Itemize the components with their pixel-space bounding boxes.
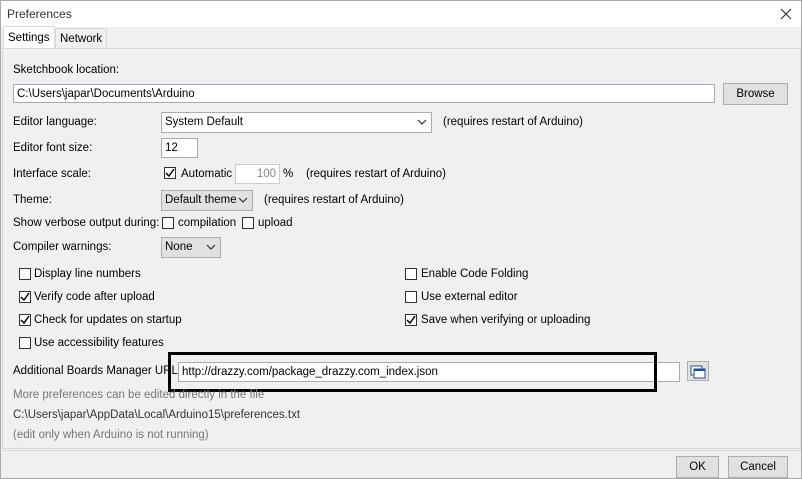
upload-label: upload <box>258 217 293 229</box>
checkmark-icon <box>20 292 30 302</box>
code-folding-checkbox[interactable] <box>405 268 417 280</box>
close-button[interactable] <box>775 4 797 24</box>
footer-divider <box>2 450 801 451</box>
compilation-checkbox[interactable] <box>162 217 174 229</box>
scale-percent-field[interactable]: 100 <box>235 164 280 184</box>
checkmark-icon <box>406 315 416 325</box>
compiler-warnings-value: None <box>165 241 193 253</box>
check-updates-checkbox[interactable] <box>19 314 31 326</box>
upload-checkbox[interactable] <box>242 217 254 229</box>
automatic-checkbox[interactable] <box>164 167 176 179</box>
tab-settings[interactable]: Settings <box>3 26 55 50</box>
save-when-verifying-label: Save when verifying or uploading <box>421 314 591 326</box>
chevron-down-icon <box>417 115 427 134</box>
chevron-down-icon <box>238 193 248 212</box>
title-bar: Preferences <box>1 1 801 27</box>
checkmark-icon <box>165 168 175 178</box>
browse-button[interactable]: Browse <box>723 83 788 105</box>
sketchbook-label: Sketchbook location: <box>13 64 120 76</box>
editor-language-value: System Default <box>165 116 243 128</box>
save-when-verifying-checkbox[interactable] <box>405 314 417 326</box>
chevron-down-icon <box>206 240 216 259</box>
editor-language-select[interactable]: System Default <box>161 112 432 133</box>
ok-button[interactable]: OK <box>676 456 719 478</box>
external-editor-label: Use external editor <box>421 291 518 303</box>
code-folding-label: Enable Code Folding <box>421 268 529 280</box>
external-editor-checkbox[interactable] <box>405 291 417 303</box>
percent-sign: % <box>283 168 294 180</box>
font-size-field[interactable]: 12 <box>161 138 198 158</box>
verify-after-upload-checkbox[interactable] <box>19 291 31 303</box>
sketchbook-path-field[interactable]: C:\Users\japar\Documents\Arduino <box>13 84 715 103</box>
boards-url-edit-button[interactable] <box>687 361 709 381</box>
compiler-warnings-select[interactable]: None <box>161 237 221 258</box>
window-title: Preferences <box>7 7 72 21</box>
font-size-label: Editor font size: <box>13 142 93 154</box>
tab-network[interactable]: Network <box>55 28 108 49</box>
preferences-window: Preferences Settings Network Sketchbook … <box>0 0 802 479</box>
display-line-numbers-label: Display line numbers <box>34 268 141 280</box>
boards-url-label: Additional Boards Manager URLs: <box>13 365 187 377</box>
theme-select[interactable]: Default theme <box>161 190 253 211</box>
theme-restart-note: (requires restart of Arduino) <box>264 194 404 206</box>
accessibility-label: Use accessibility features <box>34 337 164 349</box>
editor-language-label: Editor language: <box>13 116 97 128</box>
theme-label: Theme: <box>13 194 52 206</box>
compiler-warnings-label: Compiler warnings: <box>13 241 112 253</box>
window-list-icon <box>690 365 706 379</box>
url-highlight-box <box>168 352 657 392</box>
verbose-label: Show verbose output during: <box>13 217 160 229</box>
check-updates-label: Check for updates on startup <box>34 314 182 326</box>
theme-value: Default theme <box>165 194 237 206</box>
cancel-button[interactable]: Cancel <box>728 456 788 478</box>
verify-after-upload-label: Verify code after upload <box>34 291 155 303</box>
display-line-numbers-checkbox[interactable] <box>19 268 31 280</box>
interface-scale-label: Interface scale: <box>13 168 91 180</box>
scale-restart-note: (requires restart of Arduino) <box>306 168 446 180</box>
checkmark-icon <box>20 315 30 325</box>
more-preferences-note: More preferences can be edited directly … <box>13 389 265 401</box>
automatic-label: Automatic <box>181 168 233 180</box>
compilation-label: compilation <box>178 217 237 229</box>
language-restart-note: (requires restart of Arduino) <box>443 116 583 128</box>
close-icon <box>780 8 792 20</box>
preferences-file-path: C:\Users\japar\AppData\Local\Arduino15\p… <box>13 409 301 421</box>
accessibility-checkbox[interactable] <box>19 337 31 349</box>
edit-note: (edit only when Arduino is not running) <box>13 429 209 441</box>
